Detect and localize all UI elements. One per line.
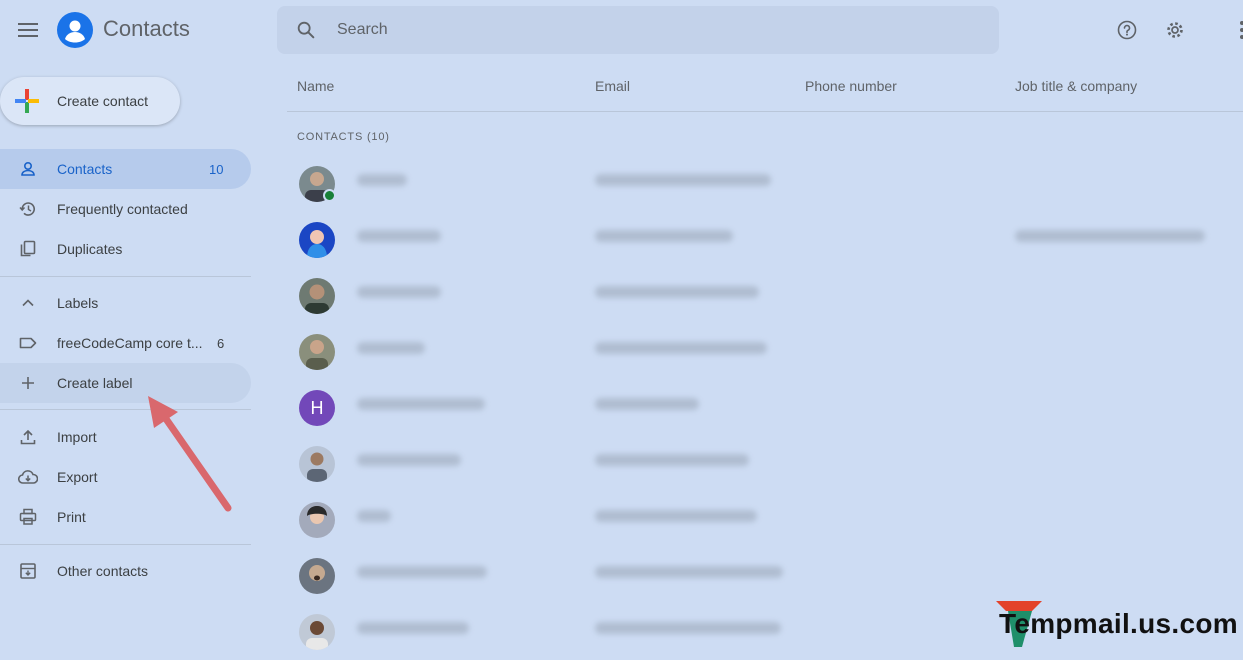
sidebar-item-contacts[interactable]: Contacts 10 <box>0 149 251 189</box>
avatar <box>299 614 335 650</box>
column-header-phone[interactable]: Phone number <box>805 78 897 94</box>
table-header-divider <box>287 111 1243 112</box>
sidebar-item-label-freecodecamp[interactable]: freeCodeCamp core t... 6 <box>0 323 251 363</box>
contact-name <box>357 174 407 186</box>
contact-email <box>595 230 733 242</box>
contact-email <box>595 286 759 298</box>
table-row[interactable]: H <box>287 380 1243 436</box>
table-row[interactable] <box>287 548 1243 604</box>
search-input[interactable] <box>337 6 977 54</box>
contact-name <box>357 622 469 634</box>
history-icon <box>18 199 38 219</box>
more-button[interactable] <box>1237 20 1243 40</box>
help-button[interactable] <box>1113 16 1141 44</box>
copy-icon <box>18 239 38 259</box>
column-header-email[interactable]: Email <box>595 78 630 94</box>
main-menu-button[interactable] <box>10 12 46 48</box>
sidebar-item-label: freeCodeCamp core t... <box>57 335 203 351</box>
label-count: 6 <box>217 335 225 351</box>
sidebar-item-label: Import <box>57 429 97 445</box>
table-row[interactable] <box>287 268 1243 324</box>
sidebar-item-label: Other contacts <box>57 563 149 579</box>
sidebar-divider <box>0 276 251 277</box>
label-icon <box>18 333 38 353</box>
labels-header: Labels <box>57 295 99 311</box>
contact-job <box>1015 230 1205 242</box>
sidebar-item-label: Contacts <box>57 161 113 177</box>
contact-email <box>595 622 781 634</box>
create-contact-label: Create contact <box>57 93 149 109</box>
avatar <box>299 222 335 258</box>
plus-icon <box>18 373 38 393</box>
app-title: Contacts <box>103 16 190 41</box>
sidebar-item-label: Duplicates <box>57 241 123 257</box>
menu-icon <box>18 23 38 37</box>
sidebar-item-label: Export <box>57 469 98 485</box>
labels-toggle[interactable]: Labels <box>0 283 251 323</box>
contacts-section-title: CONTACTS (10) <box>297 131 390 143</box>
table-row[interactable] <box>287 324 1243 380</box>
sidebar-item-other-contacts[interactable]: Other contacts <box>0 551 251 591</box>
contacts-count: 10 <box>209 161 224 177</box>
contact-email <box>595 510 757 522</box>
avatar <box>299 278 335 314</box>
table-row[interactable] <box>287 212 1243 268</box>
contacts-logo <box>57 12 93 48</box>
annotation-arrow-icon <box>148 396 232 512</box>
more-icon <box>1240 21 1243 39</box>
contact-email <box>595 398 699 410</box>
search-icon[interactable] <box>295 19 317 41</box>
settings-icon <box>1167 22 1183 38</box>
contact-email <box>595 566 783 578</box>
contact-name <box>357 398 485 410</box>
contact-name <box>357 510 391 522</box>
contact-email <box>595 174 771 186</box>
sidebar-item-duplicates[interactable]: Duplicates <box>0 229 251 269</box>
sidebar-divider <box>0 544 251 545</box>
archive-icon <box>18 561 38 581</box>
contact-name <box>357 566 487 578</box>
contact-email <box>595 342 767 354</box>
plus-icon <box>14 88 40 114</box>
column-header-name[interactable]: Name <box>297 78 334 94</box>
avatar <box>299 446 335 482</box>
table-row[interactable] <box>287 492 1243 548</box>
settings-button[interactable] <box>1161 16 1189 44</box>
online-status-indicator <box>323 189 336 202</box>
print-icon <box>18 507 38 527</box>
sidebar-item-label: Print <box>57 509 86 525</box>
contact-name <box>357 230 441 242</box>
contact-name <box>357 342 425 354</box>
avatar: H <box>299 390 335 426</box>
cloud-download-icon <box>18 467 38 487</box>
create-label-text: Create label <box>57 375 133 391</box>
avatar <box>299 558 335 594</box>
person-icon <box>18 159 38 179</box>
contacts-logo-icon <box>65 20 85 43</box>
contact-name <box>357 286 441 298</box>
table-row[interactable] <box>287 156 1243 212</box>
search-bar[interactable] <box>277 6 999 54</box>
watermark-text: Tempmail.us.com <box>999 608 1238 639</box>
sidebar-item-frequently-contacted[interactable]: Frequently contacted <box>0 189 251 229</box>
sidebar-item-label: Frequently contacted <box>57 201 188 217</box>
contact-email <box>595 454 749 466</box>
upload-icon <box>18 427 38 447</box>
avatar <box>299 502 335 538</box>
table-row[interactable] <box>287 436 1243 492</box>
create-contact-button[interactable]: Create contact <box>0 77 180 125</box>
chevron-up-icon <box>18 293 38 313</box>
contact-name <box>357 454 461 466</box>
avatar <box>299 334 335 370</box>
help-icon <box>1117 20 1137 40</box>
column-header-job[interactable]: Job title & company <box>1015 78 1137 94</box>
